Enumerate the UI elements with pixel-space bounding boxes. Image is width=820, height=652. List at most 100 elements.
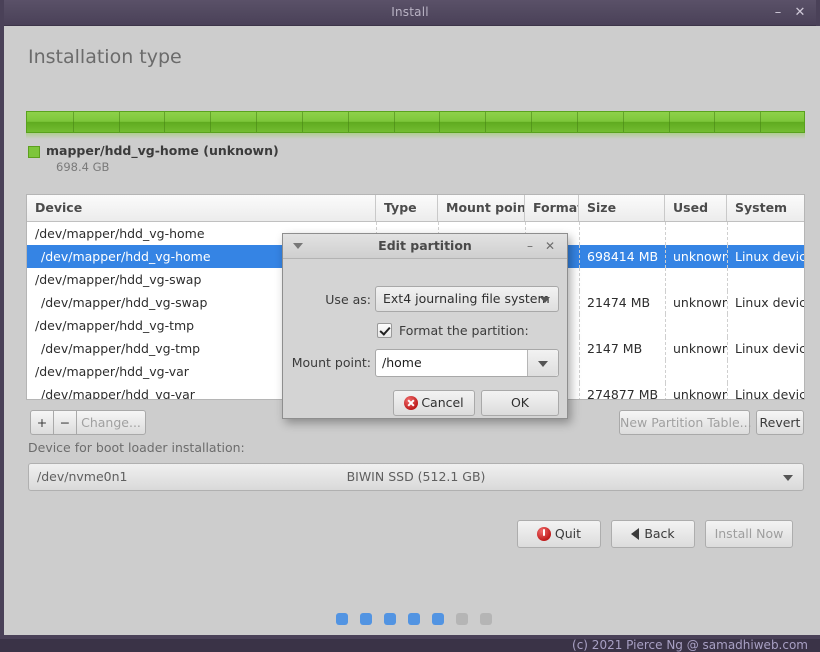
cancel-button[interactable]: Cancel — [393, 390, 475, 416]
column-header[interactable]: System — [727, 195, 804, 221]
column-separator — [665, 268, 667, 291]
legend-partition-size: 698.4 GB — [56, 160, 110, 174]
power-icon — [536, 527, 551, 541]
column-separator — [579, 268, 581, 291]
column-header[interactable]: Mount point — [438, 195, 525, 221]
table-cell-size: 2147 MB — [587, 341, 643, 356]
back-button-label: Back — [644, 526, 675, 541]
table-cell-used: unknown — [673, 387, 727, 400]
format-partition-label: Format the partition: — [399, 323, 529, 338]
column-separator — [579, 314, 581, 337]
column-header[interactable]: Device — [27, 195, 376, 221]
column-separator — [727, 222, 729, 245]
arrow-left-icon — [631, 528, 640, 540]
partition-bar-segment-divider — [669, 112, 670, 132]
remove-partition-button[interactable]: − — [53, 410, 77, 435]
step-dot — [408, 613, 420, 625]
mount-point-combo[interactable]: /home — [375, 349, 559, 377]
table-cell-system — [727, 360, 804, 383]
column-separator — [665, 383, 667, 399]
use-as-select[interactable]: Ext4 journaling file system — [375, 286, 559, 312]
cancel-icon — [404, 396, 419, 410]
table-cell-used — [665, 314, 727, 337]
partition-bar-segment-divider — [210, 112, 211, 132]
partition-edit-toolbar[interactable]: + − Change... — [30, 410, 146, 435]
change-partition-button[interactable]: Change... — [76, 410, 146, 435]
partition-bar-segment-divider — [394, 112, 395, 132]
partition-bar-reflection — [26, 133, 805, 139]
column-separator — [727, 360, 729, 383]
column-header[interactable]: Format? — [525, 195, 579, 221]
edit-partition-dialog: Edit partition – ✕ Use as: Ext4 journali… — [282, 233, 568, 419]
new-partition-table-button[interactable]: New Partition Table... — [619, 410, 752, 435]
add-partition-button[interactable]: + — [30, 410, 54, 435]
column-header[interactable]: Type — [376, 195, 438, 221]
table-cell-used — [665, 268, 727, 291]
partition-bar-segment-divider — [439, 112, 440, 132]
bootloader-device-select[interactable]: /dev/nvme0n1 BIWIN SSD (512.1 GB) — [28, 463, 804, 491]
quit-button[interactable]: Quit — [517, 520, 601, 548]
partition-bar-segment-divider — [577, 112, 578, 132]
table-cell-system: Linux device-ma — [735, 295, 804, 310]
table-cell-size — [579, 314, 665, 337]
column-separator — [579, 291, 581, 314]
table-cell-system: Linux device-ma — [735, 341, 804, 356]
use-as-value: Ext4 journaling file system — [383, 291, 550, 306]
column-separator — [665, 245, 667, 268]
table-cell-system — [727, 314, 804, 337]
partition-bar-segment-divider — [119, 112, 120, 132]
legend-partition-status: (unknown) — [203, 143, 279, 158]
back-button[interactable]: Back — [611, 520, 695, 548]
table-cell-size — [579, 268, 665, 291]
close-icon[interactable]: ✕ — [790, 0, 810, 25]
column-separator — [579, 383, 581, 399]
install-now-button[interactable]: Install Now — [705, 520, 793, 548]
legend-partition-name: mapper/hdd_vg-home — [46, 143, 199, 158]
table-cell-size — [579, 360, 665, 383]
partition-bar-segment-divider — [714, 112, 715, 132]
bootloader-label: Device for boot loader installation: — [28, 440, 245, 455]
step-progress-dots — [8, 610, 820, 629]
table-cell-used — [665, 360, 727, 383]
window-titlebar: Install – ✕ — [4, 0, 816, 26]
watermark-text: (c) 2021 Pierce Ng @ samadhiweb.com — [572, 638, 808, 652]
table-cell-used: unknown — [673, 249, 727, 264]
ok-button[interactable]: OK — [481, 390, 559, 416]
mount-point-value: /home — [382, 355, 422, 370]
step-dot — [360, 613, 372, 625]
table-cell-system: Linux device-ma — [735, 387, 804, 400]
column-separator — [727, 268, 729, 291]
window-title: Install — [391, 5, 429, 19]
dialog-minimize-icon[interactable]: – — [521, 234, 539, 258]
table-cell-used: unknown — [673, 341, 727, 356]
partition-bar-segment-divider — [302, 112, 303, 132]
table-cell-size: 21474 MB — [587, 295, 651, 310]
partition-bar-segment-divider — [531, 112, 532, 132]
partition-bar-segment-divider — [256, 112, 257, 132]
column-separator — [727, 383, 729, 399]
revert-button[interactable]: Revert — [756, 410, 804, 435]
partition-table-header: DeviceTypeMount pointFormat?SizeUsedSyst… — [27, 195, 804, 222]
column-separator — [727, 245, 729, 268]
step-dot — [432, 613, 444, 625]
column-header[interactable]: Used — [665, 195, 727, 221]
format-partition-checkbox[interactable] — [377, 323, 392, 338]
page-title: Installation type — [28, 46, 182, 68]
column-separator — [665, 360, 667, 383]
mount-point-dropdown-button[interactable] — [527, 350, 558, 376]
legend-color-swatch — [28, 146, 40, 158]
step-dot — [336, 613, 348, 625]
minimize-icon[interactable]: – — [768, 0, 788, 25]
table-cell-size: 698414 MB — [587, 249, 659, 264]
dialog-titlebar: Edit partition – ✕ — [283, 234, 567, 259]
table-cell-size — [579, 222, 665, 245]
step-dot — [456, 613, 468, 625]
dialog-close-icon[interactable]: ✕ — [541, 234, 559, 258]
legend-label: mapper/hdd_vg-home (unknown) — [46, 143, 279, 158]
column-separator — [727, 314, 729, 337]
column-separator — [579, 337, 581, 360]
mount-point-input[interactable]: /home — [376, 350, 528, 376]
window-content: Installation type mapper/hdd_vg-home (un… — [8, 26, 820, 652]
column-header[interactable]: Size — [579, 195, 665, 221]
partition-bar-segment-divider — [73, 112, 74, 132]
